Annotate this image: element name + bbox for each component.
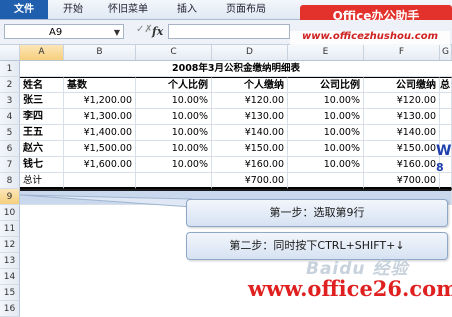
row-header[interactable]: 14: [0, 269, 20, 285]
company-rate-cell[interactable]: 10.00%: [288, 157, 364, 173]
base-cell[interactable]: ¥1,200.00: [64, 93, 136, 109]
select-all-corner[interactable]: [0, 45, 20, 60]
total-company-cell[interactable]: ¥700.00: [364, 173, 440, 189]
fx-icon[interactable]: fx: [152, 25, 163, 38]
base-cell[interactable]: ¥1,600.00: [64, 157, 136, 173]
row-header[interactable]: 16: [0, 301, 20, 317]
personal-pay-cell[interactable]: ¥160.00: [212, 157, 288, 173]
base-cell[interactable]: ¥1,400.00: [64, 125, 136, 141]
table-row: 3 张三 ¥1,200.00 10.00% ¥120.00 10.00% ¥12…: [0, 93, 452, 109]
total-col-cell[interactable]: [440, 109, 452, 125]
personal-rate-cell[interactable]: 10.00%: [136, 141, 212, 157]
personal-rate-cell[interactable]: 10.00%: [136, 125, 212, 141]
sheet-title[interactable]: 2008年3月公积金缴纳明细表: [20, 61, 452, 77]
header-cell[interactable]: 总: [440, 77, 452, 93]
row-header[interactable]: 3: [0, 93, 20, 109]
name-cell[interactable]: 王五: [20, 125, 64, 141]
company-rate-cell[interactable]: 10.00%: [288, 109, 364, 125]
step1-callout: 第一步：选取第9行: [186, 199, 448, 227]
table-row: 1 2008年3月公积金缴纳明细表: [0, 61, 452, 77]
row-header[interactable]: 10: [0, 205, 20, 221]
header-cell[interactable]: 个人缴纳: [212, 77, 288, 93]
empty-cell[interactable]: [440, 173, 452, 189]
total-col-cell[interactable]: [440, 125, 452, 141]
header-cell[interactable]: 个人比例: [136, 77, 212, 93]
name-box[interactable]: A9 ▼: [4, 24, 124, 39]
table-row: 16: [0, 301, 452, 317]
row-header[interactable]: 8: [0, 173, 20, 189]
check-cancel-icon: ✓✗: [136, 24, 153, 35]
name-cell[interactable]: 李四: [20, 109, 64, 125]
column-header-e[interactable]: E: [288, 45, 364, 60]
row-header[interactable]: 13: [0, 253, 20, 269]
personal-rate-cell[interactable]: 10.00%: [136, 93, 212, 109]
formula-input[interactable]: [168, 24, 290, 39]
row-header[interactable]: 11: [0, 221, 20, 237]
tab-file[interactable]: 文件: [0, 0, 48, 19]
company-rate-cell[interactable]: 10.00%: [288, 93, 364, 109]
table-row: 5 王五 ¥1,400.00 10.00% ¥140.00 10.00% ¥14…: [0, 125, 452, 141]
row-header[interactable]: 15: [0, 285, 20, 301]
header-cell[interactable]: 公司比例: [288, 77, 364, 93]
brand-url: www.officezhushou.com: [290, 31, 450, 45]
column-header-row: A B C D E F G: [0, 45, 452, 61]
header-cell[interactable]: 姓名: [20, 77, 64, 93]
company-pay-cell[interactable]: ¥160.00: [364, 157, 440, 173]
tab-insert[interactable]: 插入: [170, 0, 204, 19]
row-header[interactable]: 12: [0, 237, 20, 253]
watermark-glyph: W: [436, 143, 452, 159]
column-header-f[interactable]: F: [364, 45, 440, 60]
row-header[interactable]: 6: [0, 141, 20, 157]
column-header-a[interactable]: A: [20, 45, 64, 60]
personal-rate-cell[interactable]: 10.00%: [136, 157, 212, 173]
personal-pay-cell[interactable]: ¥150.00: [212, 141, 288, 157]
row-header[interactable]: 7: [0, 157, 20, 173]
table-row: 7 钱七 ¥1,600.00 10.00% ¥160.00 10.00% ¥16…: [0, 157, 452, 173]
tab-home[interactable]: 开始: [56, 0, 90, 19]
company-rate-cell[interactable]: 10.00%: [288, 125, 364, 141]
tab-classic-menu[interactable]: 怀旧菜单: [98, 0, 158, 19]
name-box-value: A9: [49, 27, 63, 38]
header-cell[interactable]: 公司缴纳: [364, 77, 440, 93]
company-pay-cell[interactable]: ¥150.00: [364, 141, 440, 157]
company-pay-cell[interactable]: ¥130.00: [364, 109, 440, 125]
total-label-cell[interactable]: 总计: [20, 173, 64, 189]
name-cell[interactable]: 钱七: [20, 157, 64, 173]
base-cell[interactable]: ¥1,300.00: [64, 109, 136, 125]
column-header-g[interactable]: G: [440, 45, 452, 60]
table-row: 6 赵六 ¥1,500.00 10.00% ¥150.00 10.00% ¥15…: [0, 141, 452, 157]
company-pay-cell[interactable]: ¥120.00: [364, 93, 440, 109]
personal-pay-cell[interactable]: ¥120.00: [212, 93, 288, 109]
total-col-cell[interactable]: [440, 93, 452, 109]
company-rate-cell[interactable]: 10.00%: [288, 141, 364, 157]
empty-cell[interactable]: [64, 173, 136, 189]
personal-pay-cell[interactable]: ¥130.00: [212, 109, 288, 125]
column-header-b[interactable]: B: [64, 45, 136, 60]
watermark-glyph: 8: [436, 161, 444, 174]
base-cell[interactable]: ¥1,500.00: [64, 141, 136, 157]
name-cell[interactable]: 张三: [20, 93, 64, 109]
header-cell[interactable]: 基数: [64, 77, 136, 93]
row-header[interactable]: 1: [0, 61, 20, 77]
personal-pay-cell[interactable]: ¥140.00: [212, 125, 288, 141]
row-header[interactable]: 4: [0, 109, 20, 125]
callout-pointer: [20, 194, 192, 208]
row-header[interactable]: 5: [0, 125, 20, 141]
table-row: 2 姓名 基数 个人比例 个人缴纳 公司比例 公司缴纳 总: [0, 77, 452, 93]
site-watermark: www.office26.com: [248, 276, 452, 301]
row-header[interactable]: 9: [0, 189, 20, 205]
totals-row: 8 总计 ¥700.00 ¥700.00: [0, 173, 452, 189]
name-cell[interactable]: 赵六: [20, 141, 64, 157]
column-header-d[interactable]: D: [212, 45, 288, 60]
empty-cell[interactable]: [136, 173, 212, 189]
company-pay-cell[interactable]: ¥140.00: [364, 125, 440, 141]
total-personal-cell[interactable]: ¥700.00: [212, 173, 288, 189]
row-header[interactable]: 2: [0, 77, 20, 93]
column-header-c[interactable]: C: [136, 45, 212, 60]
tab-page-layout[interactable]: 页面布局: [216, 0, 276, 19]
table-row: 4 李四 ¥1,300.00 10.00% ¥130.00 10.00% ¥13…: [0, 109, 452, 125]
chevron-down-icon[interactable]: ▼: [114, 25, 120, 40]
personal-rate-cell[interactable]: 10.00%: [136, 109, 212, 125]
empty-cell[interactable]: [288, 173, 364, 189]
